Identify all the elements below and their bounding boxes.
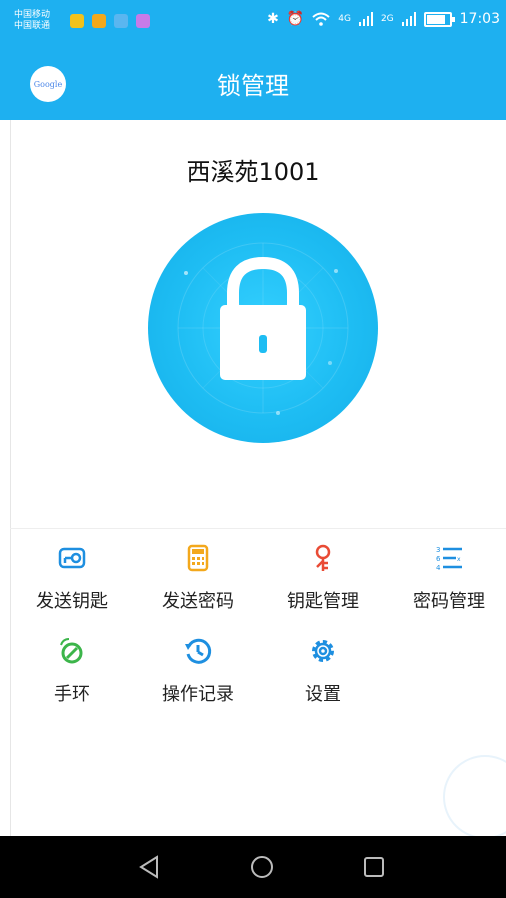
settings-icon [312, 640, 334, 662]
clock: 17:03 [459, 11, 500, 27]
network-2g-label: 2G [380, 14, 394, 24]
svg-text:4: 4 [436, 564, 441, 572]
svg-text:x: x [457, 556, 461, 563]
notification-app-icon [70, 14, 84, 28]
key-manage-icon [315, 544, 331, 571]
menu-settings[interactable]: 设置 [263, 636, 383, 706]
app-bar: Google 锁管理 [0, 48, 506, 120]
carrier-1: 中国移动 [14, 10, 51, 20]
back-icon[interactable] [137, 854, 163, 880]
svg-text:3: 3 [436, 546, 440, 554]
password-manage-icon: 3 6 4 x [436, 546, 462, 572]
menu-label: 密码管理 [413, 591, 485, 612]
lock-graphic [177, 242, 349, 415]
menu-label: 发送钥匙 [36, 591, 108, 612]
menu-label: 发送密码 [162, 591, 234, 612]
carrier-info: 中国移动 中国联通 [14, 10, 50, 32]
menu-label: 设置 [305, 684, 341, 705]
menu-label: 操作记录 [162, 684, 234, 705]
battery-icon [423, 11, 455, 27]
network-4g-label: 4G [338, 14, 351, 24]
wifi-icon [312, 12, 330, 26]
notification-app-icon [136, 14, 150, 28]
status-bar: 中国移动 中国联通 ✱ ⏰ 4G 2G 17:03 [0, 0, 506, 48]
menu-wristband[interactable]: 手环 [12, 636, 132, 706]
notification-icons [70, 14, 150, 28]
alarm-icon: ⏰ [286, 11, 305, 27]
menu-label: 手环 [54, 684, 90, 705]
lock-name: 西溪苑1001 [186, 158, 320, 186]
divider [10, 528, 506, 529]
menu-password-manage[interactable]: 3 6 4 x 密码管理 [389, 543, 506, 613]
signal-icon [358, 12, 373, 26]
system-nav-bar [0, 836, 506, 898]
wristband-icon [60, 638, 83, 664]
status-right: ✱ ⏰ 4G 2G 17:03 [267, 11, 500, 27]
svg-text:6: 6 [436, 555, 441, 563]
history-icon [185, 638, 212, 664]
floating-assist-button[interactable] [443, 755, 506, 839]
send-password-icon [187, 544, 209, 572]
bluetooth-icon: ✱ [267, 11, 279, 27]
signal-icon [401, 12, 416, 26]
recent-apps-icon[interactable] [361, 854, 387, 880]
home-icon[interactable] [249, 854, 275, 880]
menu-key-manage[interactable]: 钥匙管理 [263, 543, 383, 613]
menu-history[interactable]: 操作记录 [138, 636, 258, 706]
send-key-icon [58, 547, 86, 569]
notification-app-icon [92, 14, 106, 28]
unlock-button[interactable] [148, 213, 378, 443]
notification-app-icon [114, 14, 128, 28]
menu-send-key[interactable]: 发送钥匙 [12, 543, 132, 613]
left-edge [0, 120, 11, 836]
page-title: 锁管理 [217, 72, 289, 100]
carrier-2: 中国联通 [14, 21, 51, 31]
menu-label: 钥匙管理 [287, 591, 359, 612]
menu-send-password[interactable]: 发送密码 [138, 543, 258, 613]
